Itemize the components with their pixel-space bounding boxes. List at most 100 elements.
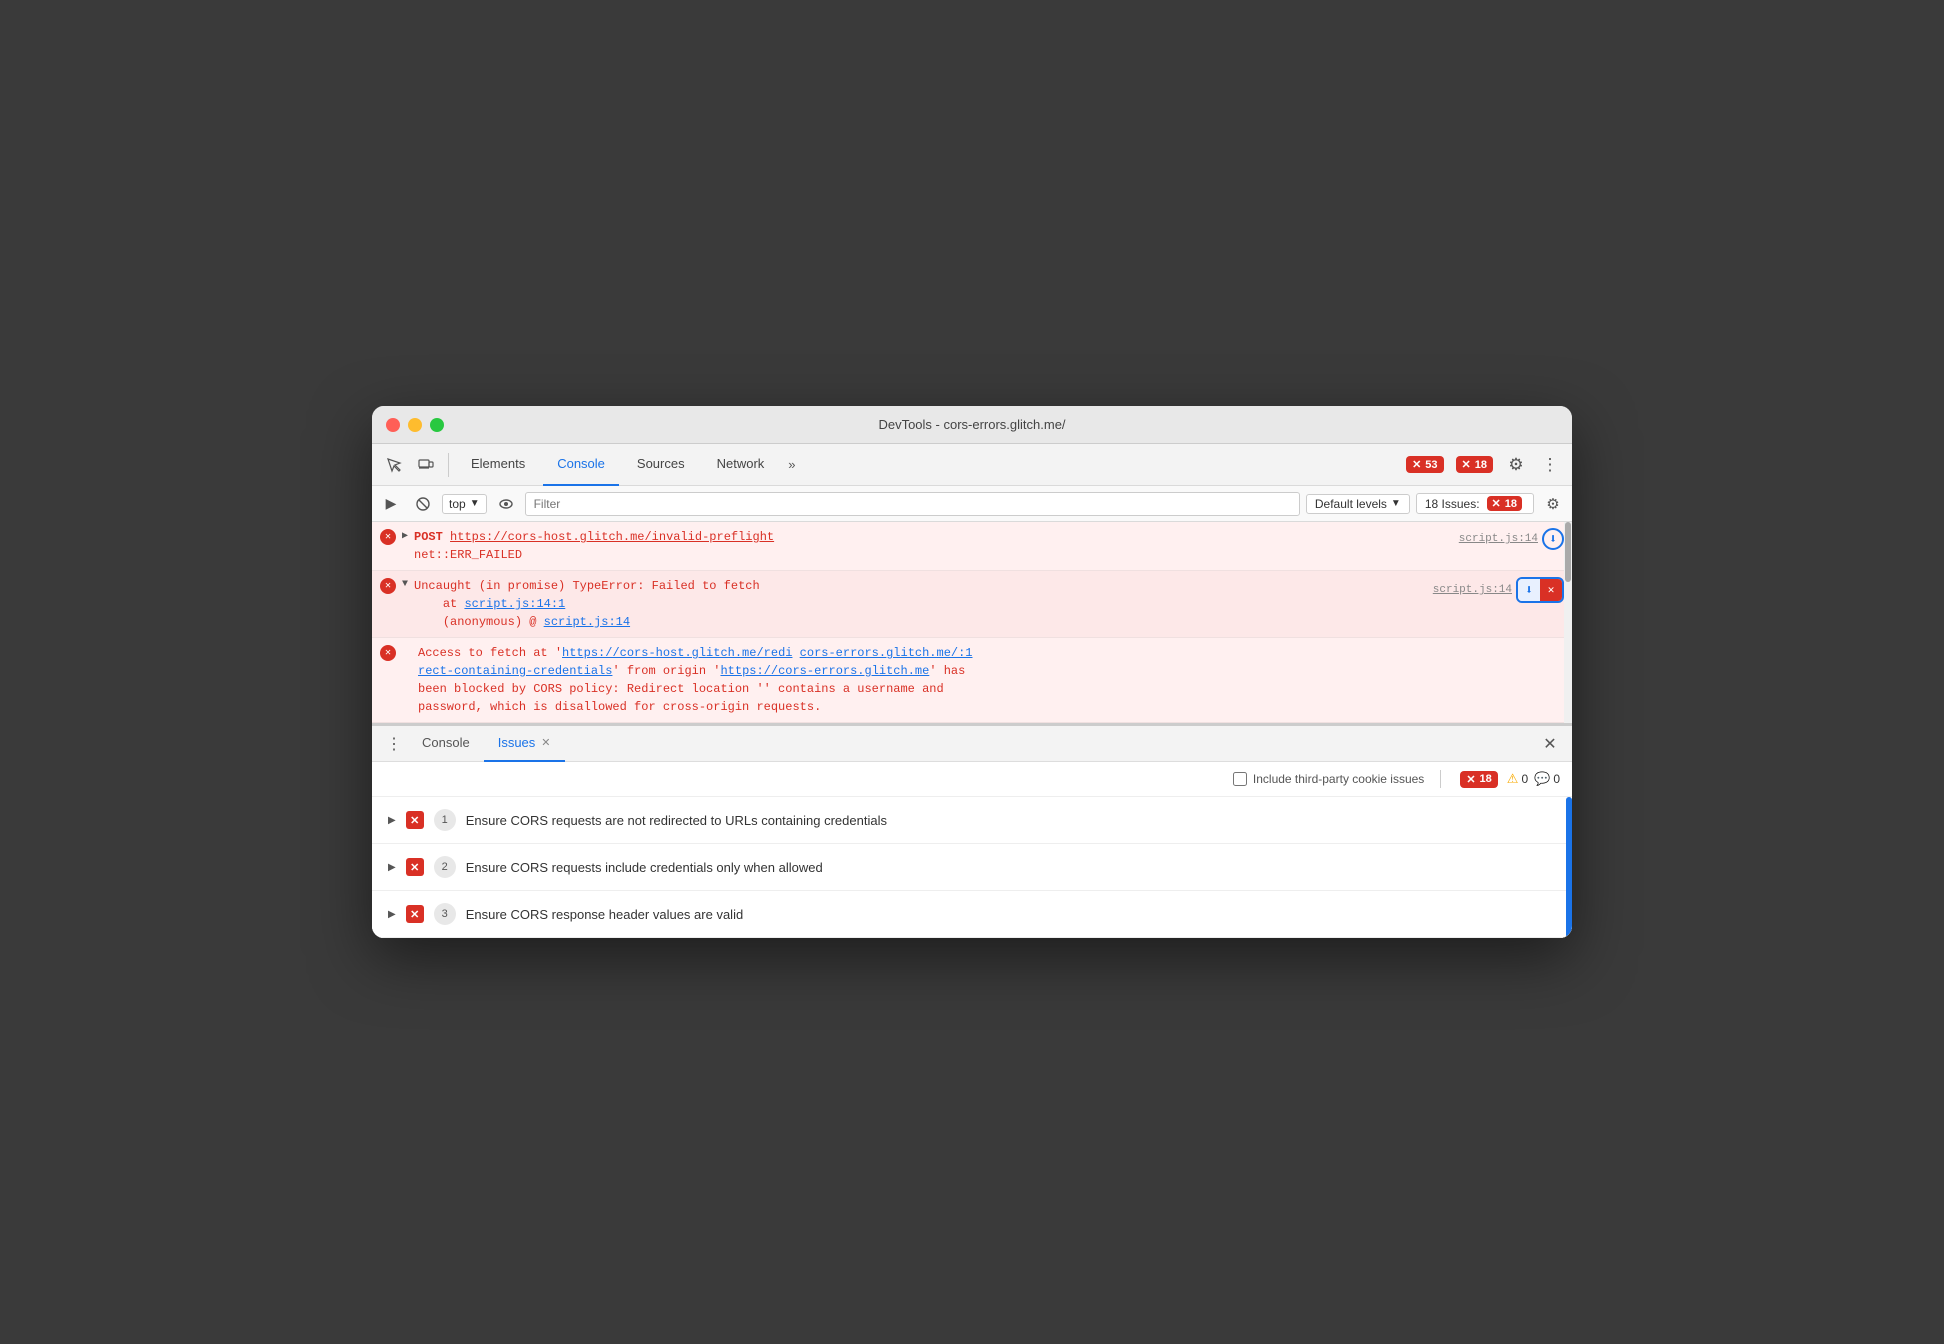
anon-link[interactable]: script.js:14 (544, 615, 630, 629)
chevron-down-icon: ▼ (1391, 498, 1401, 509)
tab-console[interactable]: Console (543, 444, 619, 486)
issues-scrollbar-track[interactable] (1566, 797, 1572, 938)
issue-item-2[interactable]: ▶ ✕ 2 Ensure CORS requests include crede… (372, 844, 1572, 891)
tab-elements[interactable]: Elements (457, 444, 539, 486)
info-badge-count: 💬 0 (1534, 771, 1560, 787)
issue-error-icon-3: ✕ (406, 905, 424, 923)
origin-link[interactable]: https://cors-errors.glitch.me (720, 664, 929, 678)
toolbar-end: ✕ 53 ✕ 18 ⚙ ⋮ (1403, 451, 1564, 479)
cors-url-link[interactable]: https://cors-host.glitch.me/redi (562, 646, 792, 660)
info-icon: 💬 (1534, 771, 1550, 787)
error-x-icon: ✕ (1412, 458, 1421, 471)
issues-error-badge-count: ✕ 18 (1460, 771, 1497, 788)
tab-sources[interactable]: Sources (623, 444, 699, 486)
divider (448, 453, 449, 477)
expand-toggle-2[interactable]: ▼ (402, 579, 408, 590)
entry-content-1: POST https://cors-host.glitch.me/invalid… (414, 528, 1453, 564)
panel-close-icon[interactable]: ✕ (1536, 730, 1564, 758)
issue-list: ▶ ✕ 1 Ensure CORS requests are not redir… (372, 797, 1572, 938)
devtools-body: Elements Console Sources Network » ✕ 53 … (372, 444, 1572, 938)
divider (1440, 770, 1441, 788)
console-toolbar: ▶ top ▼ Default levels ▼ (372, 486, 1572, 522)
error-icon-1: ✕ (380, 529, 396, 545)
more-options-icon[interactable]: ⋮ (1536, 451, 1564, 479)
warning-x-icon: ✕ (1462, 458, 1471, 471)
entry-source-2: script.js:14 ⬇ ✕ (1433, 577, 1564, 603)
titlebar: DevTools - cors-errors.glitch.me/ (372, 406, 1572, 444)
issue-expand-2[interactable]: ▶ (388, 862, 396, 873)
error-count-badge[interactable]: ✕ 53 (1406, 456, 1443, 473)
expand-toggle-1[interactable]: ▶ (402, 530, 408, 542)
window-title: DevTools - cors-errors.glitch.me/ (878, 417, 1065, 432)
issues-count-badges: ✕ 18 ⚠ 0 💬 0 (1457, 771, 1560, 788)
cors-errors-link[interactable]: cors-errors.glitch.me/:1 (800, 646, 973, 660)
devtools-window: DevTools - cors-errors.glitch.me/ Elemen… (372, 406, 1572, 938)
bottom-tab-menu-icon[interactable]: ⋮ (380, 730, 408, 758)
entry-content-3: Access to fetch at 'https://cors-host.gl… (418, 644, 1564, 716)
issue-item-1[interactable]: ▶ ✕ 1 Ensure CORS requests are not redir… (372, 797, 1572, 844)
console-entry-3: ✕ Access to fetch at 'https://cors-host.… (372, 638, 1572, 723)
context-selector[interactable]: top ▼ (442, 494, 487, 514)
filter-input[interactable] (525, 492, 1300, 516)
include-third-party-checkbox[interactable]: Include third-party cookie issues (1233, 772, 1424, 786)
issues-header: Include third-party cookie issues ✕ 18 ⚠… (372, 762, 1572, 797)
console-scrollbar[interactable] (1564, 522, 1572, 723)
warning-count: 18 (1475, 459, 1487, 471)
main-toolbar: Elements Console Sources Network » ✕ 53 … (372, 444, 1572, 486)
issue-expand-3[interactable]: ▶ (388, 909, 396, 920)
eye-icon[interactable] (493, 491, 519, 517)
bottom-tab-issues[interactable]: Issues ✕ (484, 726, 565, 762)
issue-item-3[interactable]: ▶ ✕ 3 Ensure CORS response header values… (372, 891, 1572, 938)
device-toggle-icon[interactable] (412, 451, 440, 479)
console-entry-1: ✕ ▶ POST https://cors-host.glitch.me/inv… (372, 522, 1572, 571)
warning-count-badge[interactable]: ✕ 18 (1456, 456, 1493, 473)
error-icon-3: ✕ (380, 645, 396, 661)
issues-count-bar[interactable]: 18 Issues: ✕ 18 (1416, 493, 1534, 514)
error-icon-2: ✕ (380, 578, 396, 594)
bottom-panel: ⋮ Console Issues ✕ ✕ Include third-party… (372, 724, 1572, 938)
chevron-down-icon: ▼ (470, 498, 480, 509)
entry-content-2: Uncaught (in promise) TypeError: Failed … (414, 577, 1427, 631)
bottom-tab-console[interactable]: Console (408, 726, 484, 762)
warning-badge-count: ⚠ 0 (1507, 771, 1528, 787)
badge-x-icon: ✕ (1466, 773, 1475, 786)
issues-scrollbar-thumb[interactable] (1566, 797, 1572, 938)
anchor-icon-1[interactable]: ⬇ (1542, 528, 1564, 550)
issue-num-1: 1 (434, 809, 456, 831)
rect-link[interactable]: rect-containing-credentials (418, 664, 612, 678)
entry-source-1: script.js:14 ⬇ (1459, 528, 1564, 550)
close-button[interactable] (386, 418, 400, 432)
error-count: 53 (1425, 459, 1437, 471)
bottom-tab-bar: ⋮ Console Issues ✕ ✕ (372, 726, 1572, 762)
window-controls (386, 418, 444, 432)
minimize-button[interactable] (408, 418, 422, 432)
source-link-1[interactable]: script.js:14 (1459, 533, 1538, 545)
issues-tab-close-icon[interactable]: ✕ (541, 736, 550, 749)
tab-network[interactable]: Network (703, 444, 779, 486)
issue-error-icon-1: ✕ (406, 811, 424, 829)
issue-expand-1[interactable]: ▶ (388, 815, 396, 826)
settings-gear-icon[interactable]: ⚙ (1502, 451, 1530, 479)
block-button[interactable] (410, 491, 436, 517)
post-url-link[interactable]: https://cors-host.glitch.me/invalid-pref… (450, 530, 774, 544)
at-link[interactable]: script.js:14:1 (464, 597, 565, 611)
issue-num-2: 2 (434, 856, 456, 878)
anchor-icon-2[interactable]: ⬇ (1518, 579, 1540, 601)
console-messages-panel: ✕ ▶ POST https://cors-host.glitch.me/inv… (372, 522, 1572, 724)
console-scrollbar-thumb[interactable] (1565, 522, 1571, 582)
checkbox-input[interactable] (1233, 772, 1247, 786)
play-button[interactable]: ▶ (378, 491, 404, 517)
source-icons-group: ⬇ ✕ (1516, 577, 1564, 603)
issues-error-badge: ✕ 18 (1487, 496, 1522, 511)
more-tabs-button[interactable]: » (782, 444, 801, 486)
console-entry-2: ✕ ▼ Uncaught (in promise) TypeError: Fai… (372, 571, 1572, 638)
issue-error-icon-2: ✕ (406, 858, 424, 876)
console-settings-icon[interactable]: ⚙ (1540, 491, 1566, 517)
select-element-icon[interactable] (380, 451, 408, 479)
maximize-button[interactable] (430, 418, 444, 432)
issue-num-3: 3 (434, 903, 456, 925)
remove-icon-2[interactable]: ✕ (1540, 579, 1562, 601)
source-link-2[interactable]: script.js:14 (1433, 584, 1512, 596)
issues-error-x: ✕ (1492, 497, 1501, 510)
log-levels-dropdown[interactable]: Default levels ▼ (1306, 494, 1410, 514)
